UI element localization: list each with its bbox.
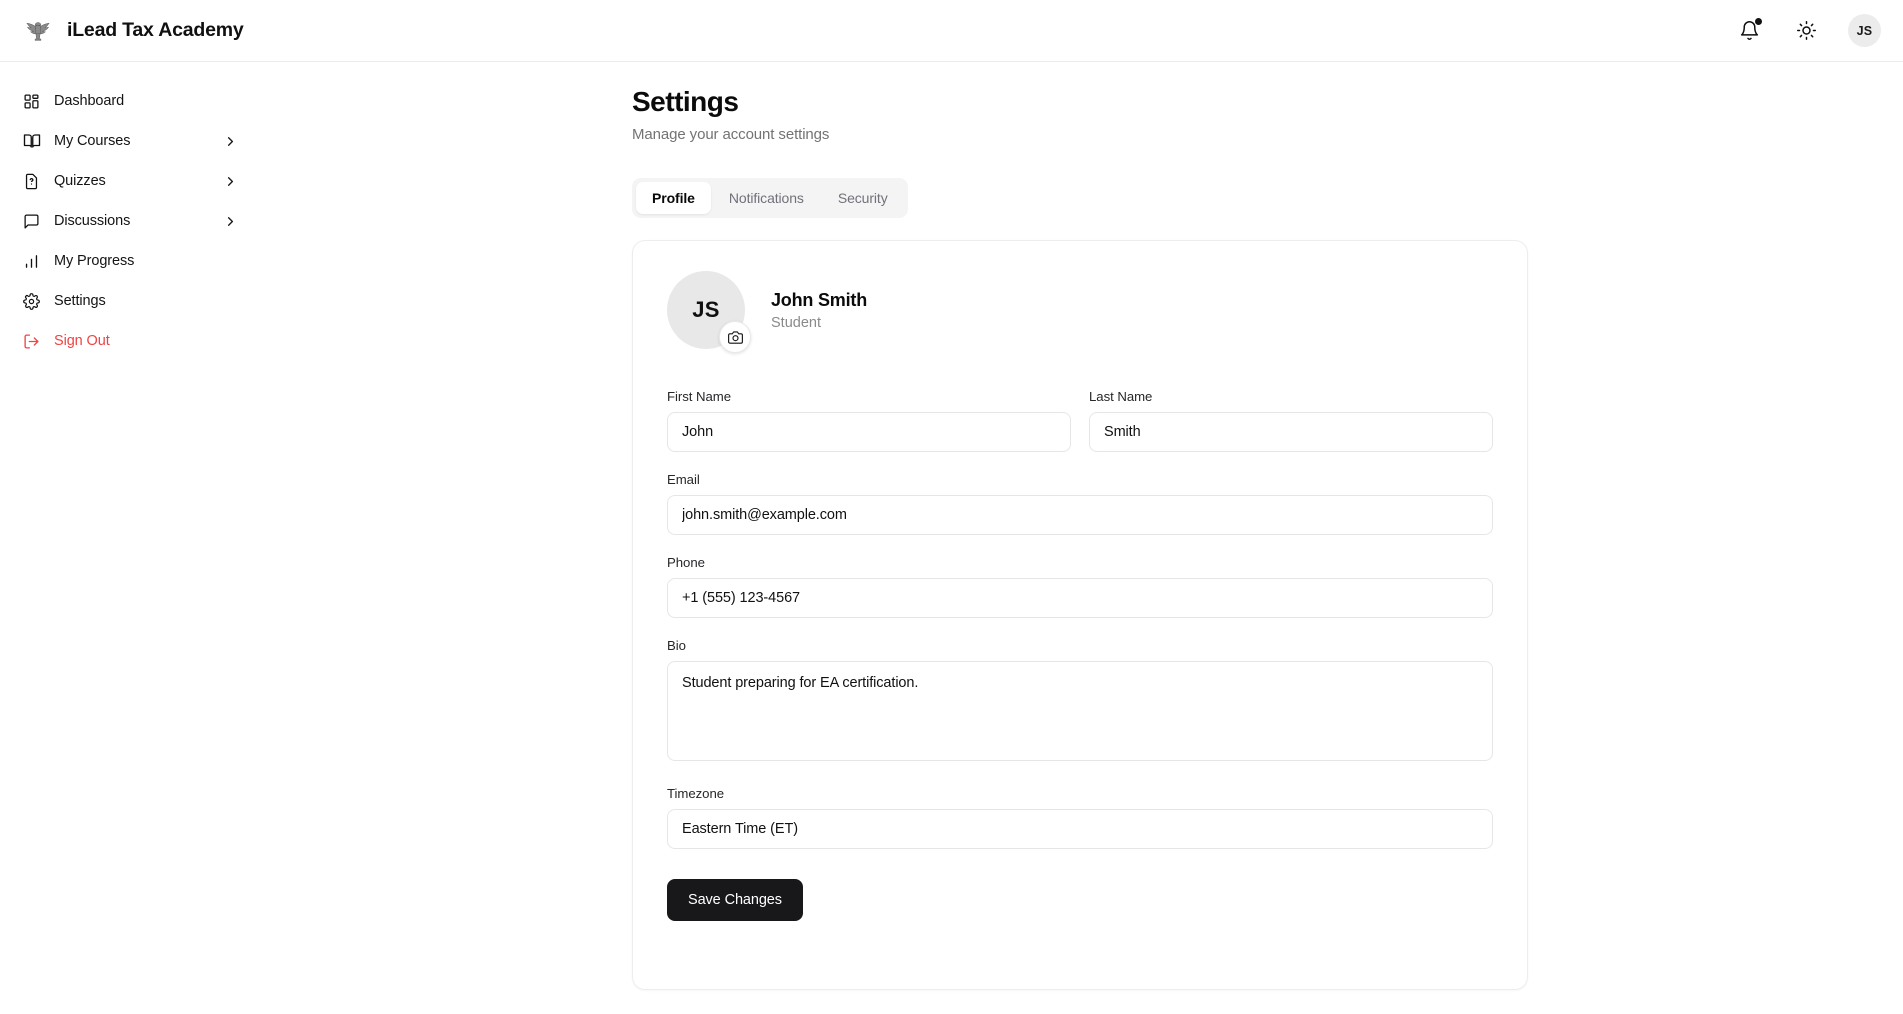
chevron-right-icon[interactable]: [223, 214, 238, 229]
change-photo-button[interactable]: [719, 321, 751, 353]
sidebar-item-label: Settings: [54, 293, 106, 309]
name-fields-row: First Name Last Name: [667, 389, 1493, 472]
sidebar-item-discussions[interactable]: Discussions: [10, 201, 250, 241]
sidebar-item-label: Sign Out: [54, 333, 110, 349]
eagle-emblem-icon: [21, 14, 55, 48]
gear-icon: [22, 292, 41, 311]
last-name-label: Last Name: [1089, 389, 1493, 404]
grid-icon: [22, 92, 41, 111]
profile-avatar-wrapper: JS: [667, 271, 745, 349]
field-phone: Phone: [667, 555, 1493, 618]
file-question-icon: [22, 172, 41, 191]
field-email: Email: [667, 472, 1493, 535]
timezone-select[interactable]: Eastern Time (ET)Central Time (CT)Mounta…: [667, 809, 1493, 849]
sidebar-item-sign-out[interactable]: Sign Out: [10, 321, 250, 361]
profile-role: Student: [771, 315, 867, 331]
main-content: Settings Manage your account settings Pr…: [260, 62, 1903, 1014]
sidebar-item-label: Discussions: [54, 213, 130, 229]
field-timezone: Timezone Eastern Time (ET)Central Time (…: [667, 786, 1493, 849]
sidebar-item-my-courses[interactable]: My Courses: [10, 121, 250, 161]
message-square-icon: [22, 212, 41, 231]
theme-toggle-button[interactable]: [1791, 16, 1821, 46]
topbar-actions: JS: [1734, 14, 1881, 47]
bio-label: Bio: [667, 638, 1493, 653]
sidebar: Dashboard My Courses Quizzes: [0, 62, 260, 1014]
notifications-button[interactable]: [1734, 16, 1764, 46]
field-first-name: First Name: [667, 389, 1071, 452]
field-bio: Bio: [667, 638, 1493, 766]
phone-label: Phone: [667, 555, 1493, 570]
top-bar: iLead Tax Academy JS: [0, 0, 1903, 62]
page-header: Settings Manage your account settings: [632, 86, 829, 143]
last-name-input[interactable]: [1089, 412, 1493, 452]
profile-summary: JS John Smith Student: [667, 271, 1493, 349]
page-title: Settings: [632, 86, 829, 118]
email-input[interactable]: [667, 495, 1493, 535]
timezone-label: Timezone: [667, 786, 1493, 801]
sidebar-item-label: My Progress: [54, 253, 134, 269]
bar-chart-icon: [22, 252, 41, 271]
chevron-right-icon[interactable]: [223, 174, 238, 189]
sidebar-item-label: My Courses: [54, 133, 130, 149]
brand-name: iLead Tax Academy: [67, 19, 244, 42]
sidebar-item-dashboard[interactable]: Dashboard: [10, 81, 250, 121]
log-out-icon: [22, 332, 41, 351]
sidebar-item-quizzes[interactable]: Quizzes: [10, 161, 250, 201]
brand[interactable]: iLead Tax Academy: [21, 14, 244, 48]
user-avatar-button[interactable]: JS: [1848, 14, 1881, 47]
sidebar-item-label: Dashboard: [54, 93, 124, 109]
camera-icon: [728, 330, 743, 345]
tab-security[interactable]: Security: [822, 182, 904, 214]
email-label: Email: [667, 472, 1493, 487]
field-last-name: Last Name: [1089, 389, 1493, 452]
book-open-icon: [22, 132, 41, 151]
page-subtitle: Manage your account settings: [632, 126, 829, 143]
chevron-right-icon[interactable]: [223, 134, 238, 149]
profile-name: John Smith: [771, 290, 867, 311]
sidebar-item-my-progress[interactable]: My Progress: [10, 241, 250, 281]
bio-textarea[interactable]: [667, 661, 1493, 761]
phone-input[interactable]: [667, 578, 1493, 618]
sidebar-item-label: Quizzes: [54, 173, 106, 189]
save-changes-button[interactable]: Save Changes: [667, 879, 803, 921]
profile-identity: John Smith Student: [771, 290, 867, 331]
settings-tabs: Profile Notifications Security: [632, 178, 908, 218]
tab-notifications[interactable]: Notifications: [713, 182, 820, 214]
tab-profile[interactable]: Profile: [636, 182, 711, 214]
profile-settings-card: JS John Smith Student First Name Last Na: [632, 240, 1528, 990]
first-name-label: First Name: [667, 389, 1071, 404]
first-name-input[interactable]: [667, 412, 1071, 452]
sun-icon: [1796, 20, 1817, 41]
sidebar-item-settings[interactable]: Settings: [10, 281, 250, 321]
notification-badge-dot: [1755, 18, 1763, 26]
